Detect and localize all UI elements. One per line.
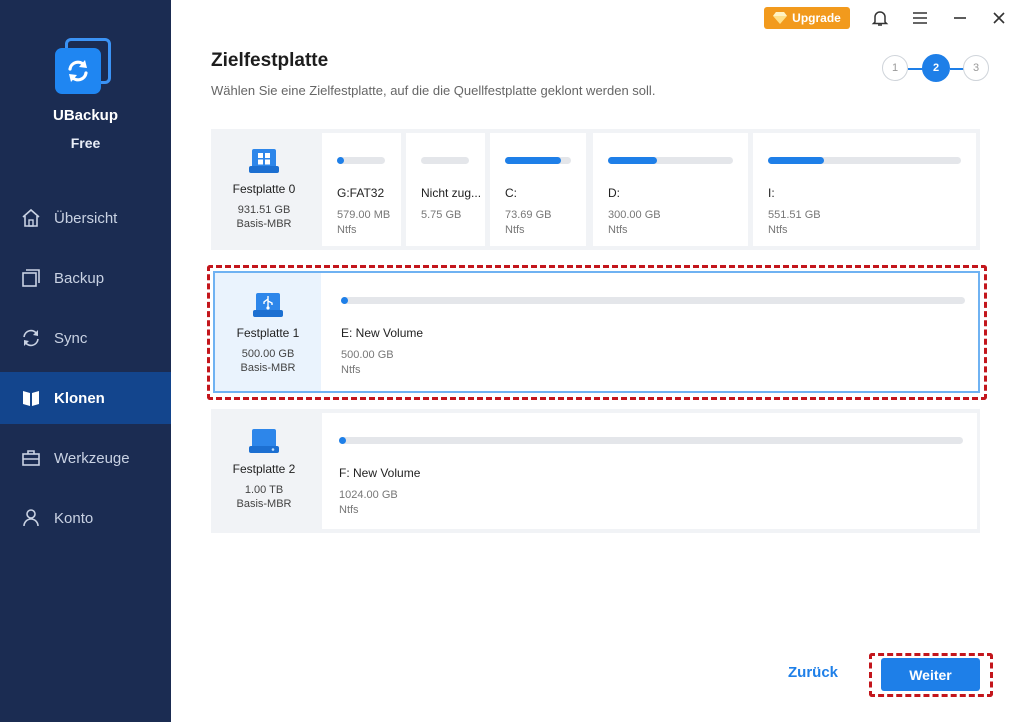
app-logo (55, 38, 113, 96)
partition-size: 300.00 GB (608, 209, 661, 221)
partition-usage-fill (339, 437, 346, 444)
partition-usage-bar (608, 157, 733, 164)
disk-info: Festplatte 1 500.00 GB Basis-MBR (215, 273, 321, 391)
partition-i[interactable]: I: 551.51 GB Ntfs (753, 133, 976, 246)
close-icon[interactable] (989, 8, 1009, 28)
disk-size: 1.00 TB (244, 484, 284, 496)
diamond-icon (773, 12, 788, 24)
partition-label: E: New Volume (341, 326, 424, 340)
sync-icon (21, 328, 41, 348)
partition-c[interactable]: C: 73.69 GB Ntfs (490, 133, 586, 246)
sidebar-item-label: Konto (54, 509, 94, 527)
partition-usage-bar (337, 157, 385, 164)
partition-label: F: New Volume (339, 466, 421, 480)
toolbox-icon (21, 448, 41, 468)
usb-disk-icon (253, 293, 283, 317)
partition-usage-fill (768, 157, 824, 164)
bell-icon[interactable] (870, 8, 890, 28)
partition-usage-fill (505, 157, 561, 164)
disk-type: Basis-MBR (236, 218, 292, 230)
clone-icon (21, 388, 41, 408)
sidebar-item-label: Übersicht (54, 209, 118, 227)
backup-icon (21, 268, 41, 288)
partition-g[interactable]: G:FAT32 579.00 MB Ntfs (322, 133, 401, 246)
partition-size: 500.00 GB (341, 349, 394, 361)
user-icon (21, 508, 41, 528)
sidebar-item-label: Backup (54, 269, 105, 287)
step-2: 2 (922, 54, 950, 82)
stepper-line-2 (950, 68, 964, 70)
sidebar-item-backup[interactable]: Backup (0, 252, 171, 304)
disk-size: 500.00 GB (241, 348, 295, 360)
partition-size: 579.00 MB (337, 209, 391, 221)
disk-info: Festplatte 2 1.00 TB Basis-MBR (211, 409, 317, 533)
back-button[interactable]: Zurück (788, 664, 838, 681)
menu-icon[interactable] (910, 8, 930, 28)
minimize-icon[interactable] (950, 8, 970, 28)
partition-label: D: (608, 186, 620, 200)
partition-size: 5.75 GB (421, 209, 462, 221)
sidebar-item-sync[interactable]: Sync (0, 312, 171, 364)
disk-row-2[interactable]: Festplatte 2 1.00 TB Basis-MBR F: New Vo… (211, 409, 980, 533)
sidebar-item-werkzeuge[interactable]: Werkzeuge (0, 432, 171, 484)
partition-fs: Ntfs (505, 224, 525, 236)
windows-disk-icon (249, 149, 279, 173)
sidebar-item-label: Werkzeuge (54, 449, 130, 467)
next-button[interactable]: Weiter (881, 658, 980, 691)
sync-arrows-icon (68, 60, 88, 82)
disk-row-1[interactable]: Festplatte 1 500.00 GB Basis-MBR E: New … (213, 271, 980, 393)
upgrade-button[interactable]: Upgrade (764, 7, 850, 29)
partition-label: I: (768, 186, 775, 200)
sidebar-item-klonen[interactable]: Klonen (0, 372, 171, 424)
page-title: Zielfestplatte (211, 50, 329, 71)
partition-usage-bar (768, 157, 961, 164)
disk-type: Basis-MBR (240, 362, 296, 374)
page-subtitle: Wählen Sie eine Zielfestplatte, auf die … (211, 83, 656, 98)
disk-name: Festplatte 0 (232, 182, 296, 196)
disk-size: 931.51 GB (237, 204, 291, 216)
partition-fs: Ntfs (339, 504, 359, 516)
partition-fs: Ntfs (608, 224, 628, 236)
partition-f[interactable]: F: New Volume 1024.00 GB Ntfs (322, 413, 977, 529)
partition-fs: Ntfs (341, 364, 361, 376)
stepper-line-1 (908, 68, 923, 70)
partition-fs: Ntfs (768, 224, 788, 236)
app-name: UBackup (52, 107, 119, 124)
partition-label: G:FAT32 (337, 186, 385, 200)
partition-usage-fill (341, 297, 348, 304)
partition-unallocated[interactable]: Nicht zug... 5.75 GB (406, 133, 485, 246)
partition-fs: Ntfs (337, 224, 357, 236)
sidebar-item-label: Klonen (54, 389, 105, 407)
partition-label: Nicht zug... (421, 186, 482, 200)
partition-usage-bar (339, 437, 963, 444)
partition-d[interactable]: D: 300.00 GB Ntfs (593, 133, 748, 246)
partition-size: 551.51 GB (768, 209, 821, 221)
partition-usage-bar (341, 297, 965, 304)
partition-usage-fill (608, 157, 657, 164)
sidebar-item-uebersicht[interactable]: Übersicht (0, 192, 171, 244)
sidebar: UBackup Free Übersicht Backup Sync Klone… (0, 0, 171, 722)
sidebar-item-konto[interactable]: Konto (0, 492, 171, 544)
disk-row-0[interactable]: Festplatte 0 931.51 GB Basis-MBR G:FAT32… (211, 129, 980, 250)
partition-usage-bar (505, 157, 571, 164)
sidebar-item-label: Sync (54, 329, 88, 347)
disk-name: Festplatte 2 (232, 462, 296, 476)
disk-type: Basis-MBR (236, 498, 292, 510)
partition-size: 1024.00 GB (339, 489, 398, 501)
partition-usage-bar (421, 157, 469, 164)
upgrade-label: Upgrade (792, 11, 841, 25)
partition-size: 73.69 GB (505, 209, 552, 221)
home-icon (21, 208, 41, 228)
partition-e[interactable]: E: New Volume 500.00 GB Ntfs (325, 273, 978, 391)
step-3: 3 (963, 55, 989, 81)
partition-label: C: (505, 186, 517, 200)
app-edition: Free (70, 135, 101, 151)
disk-info: Festplatte 0 931.51 GB Basis-MBR (211, 129, 317, 250)
disk-icon (249, 429, 279, 453)
partition-usage-fill (337, 157, 344, 164)
disk-name: Festplatte 1 (236, 326, 300, 340)
step-1: 1 (882, 55, 908, 81)
